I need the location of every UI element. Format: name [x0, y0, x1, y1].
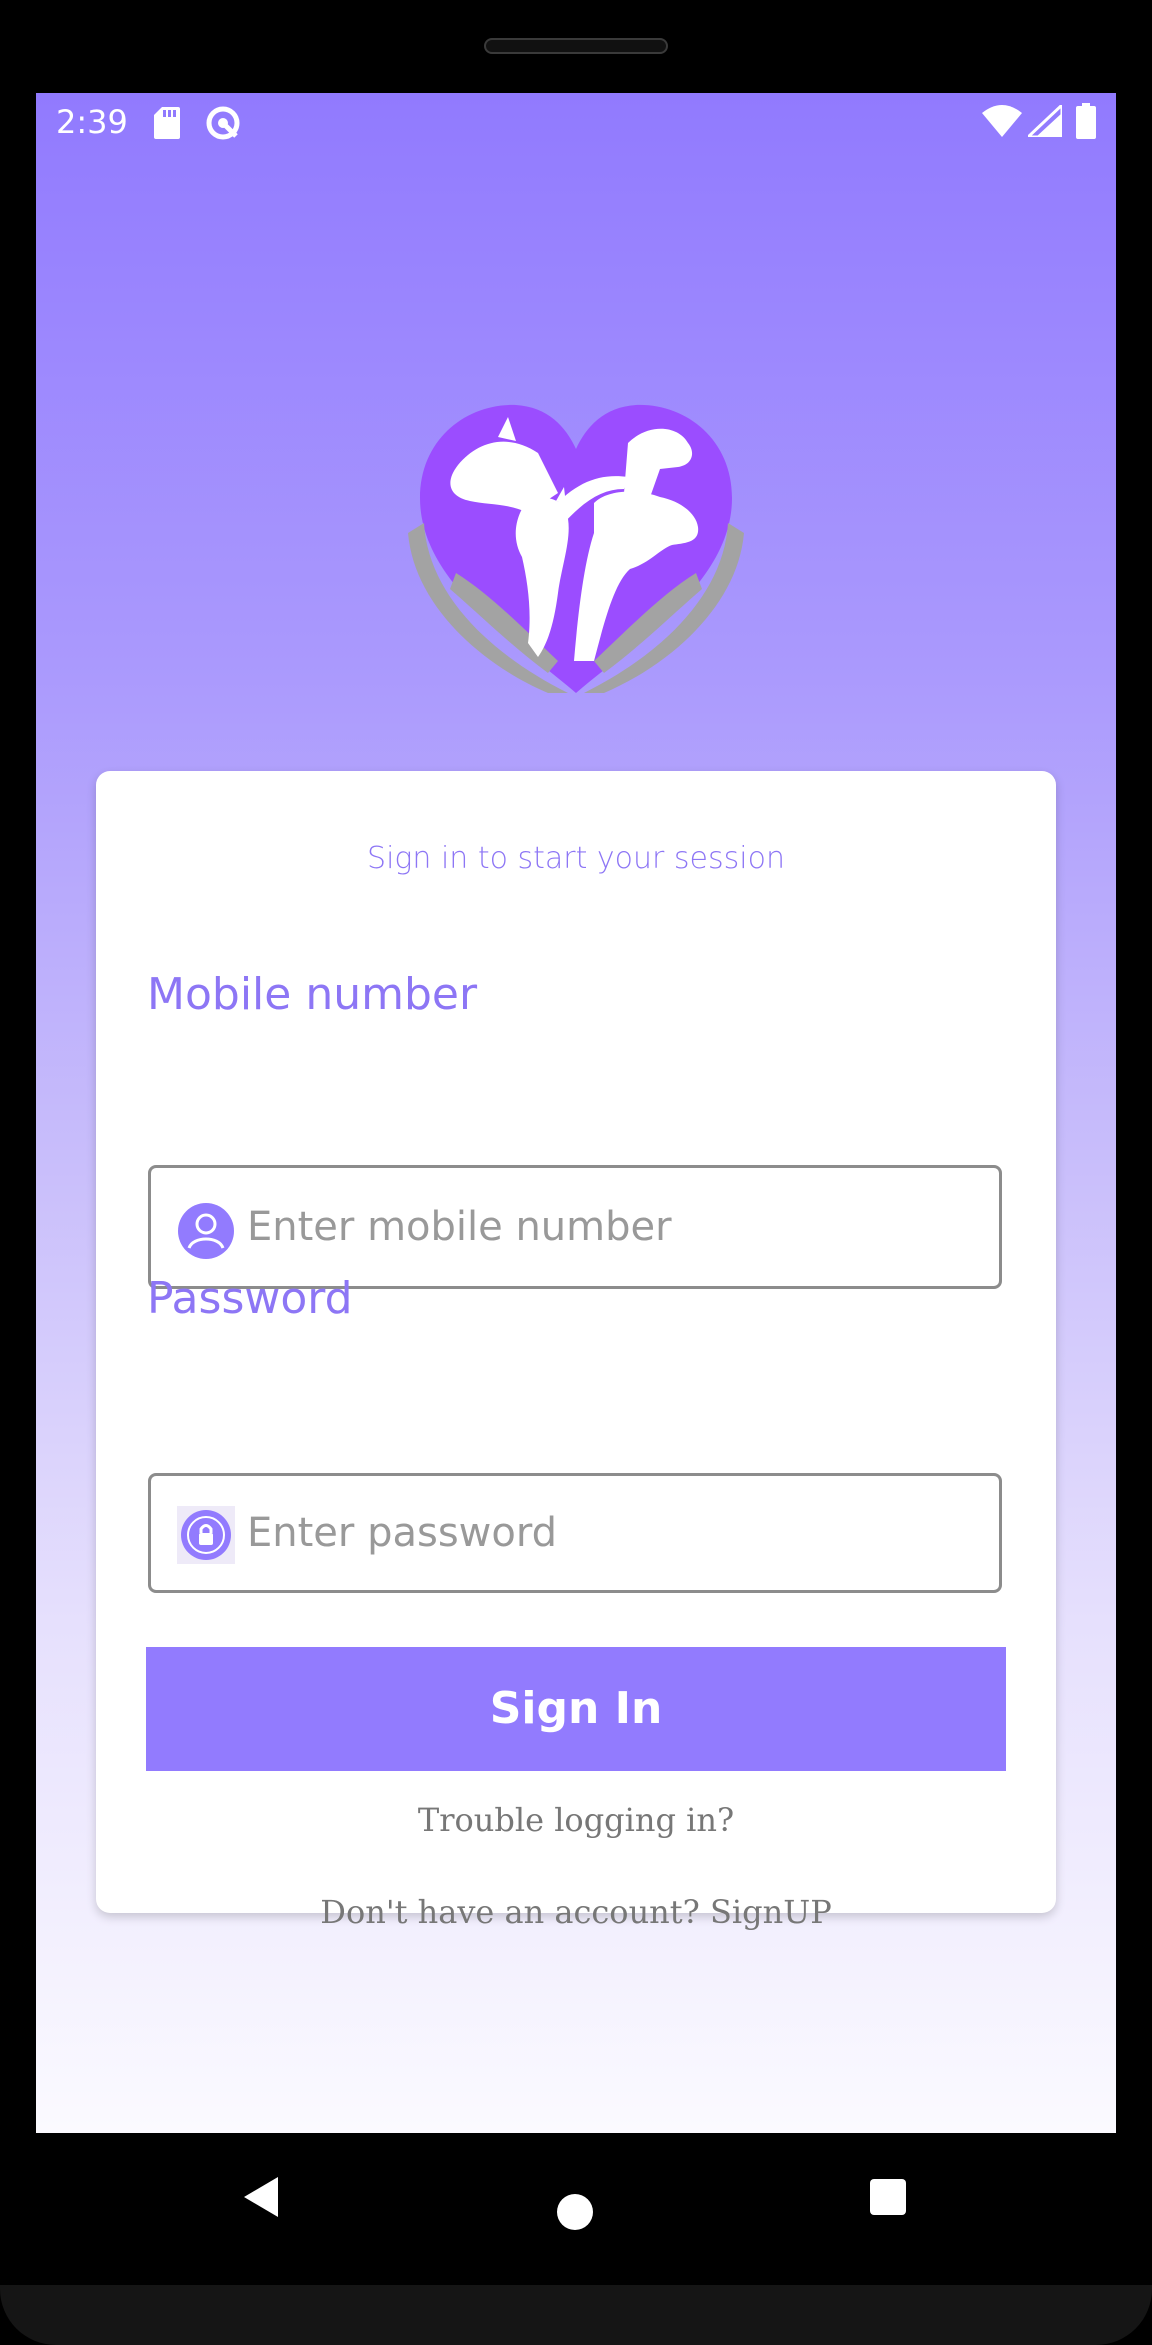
- home-icon[interactable]: [556, 2193, 594, 2231]
- login-card: Sign in to start your session Mobile num…: [96, 771, 1056, 1931]
- session-subtitle: Sign in to start your session: [367, 841, 785, 876]
- sync-icon: [206, 106, 240, 140]
- back-icon[interactable]: [240, 2175, 280, 2219]
- password-field[interactable]: [148, 1473, 1002, 1593]
- pets-in-heart-hands-logo: [408, 404, 744, 693]
- mobile-number-input[interactable]: [247, 1168, 977, 1286]
- status-bar: 2:39: [36, 93, 1116, 153]
- cell-signal-icon: [1028, 105, 1062, 137]
- app-screen: 2:39 Sign in to start your session Mobil…: [36, 93, 1116, 2133]
- battery-icon: [1076, 103, 1096, 139]
- password-input[interactable]: [247, 1476, 977, 1590]
- mobile-number-field[interactable]: [148, 1165, 1002, 1289]
- status-time: 2:39: [56, 103, 128, 141]
- wifi-icon: [982, 105, 1022, 137]
- earpiece-speaker: [484, 38, 668, 54]
- sd-card-icon: [154, 107, 180, 139]
- mobile-number-label: Mobile number: [147, 969, 478, 1020]
- phone-frame: 2:39 Sign in to start your session Mobil…: [0, 0, 1152, 2345]
- sign-in-button[interactable]: Sign In: [146, 1647, 1006, 1771]
- trouble-logging-in-link[interactable]: Trouble logging in?: [96, 1801, 1056, 1839]
- user-icon: [178, 1203, 234, 1259]
- recents-icon[interactable]: [868, 2177, 908, 2217]
- navigation-bar: [0, 2133, 1152, 2285]
- password-label: Password: [147, 1273, 353, 1324]
- lock-icon: [177, 1506, 235, 1564]
- signup-link[interactable]: Don't have an account? SignUP: [96, 1893, 1056, 1931]
- bottom-bezel: [0, 2285, 1152, 2345]
